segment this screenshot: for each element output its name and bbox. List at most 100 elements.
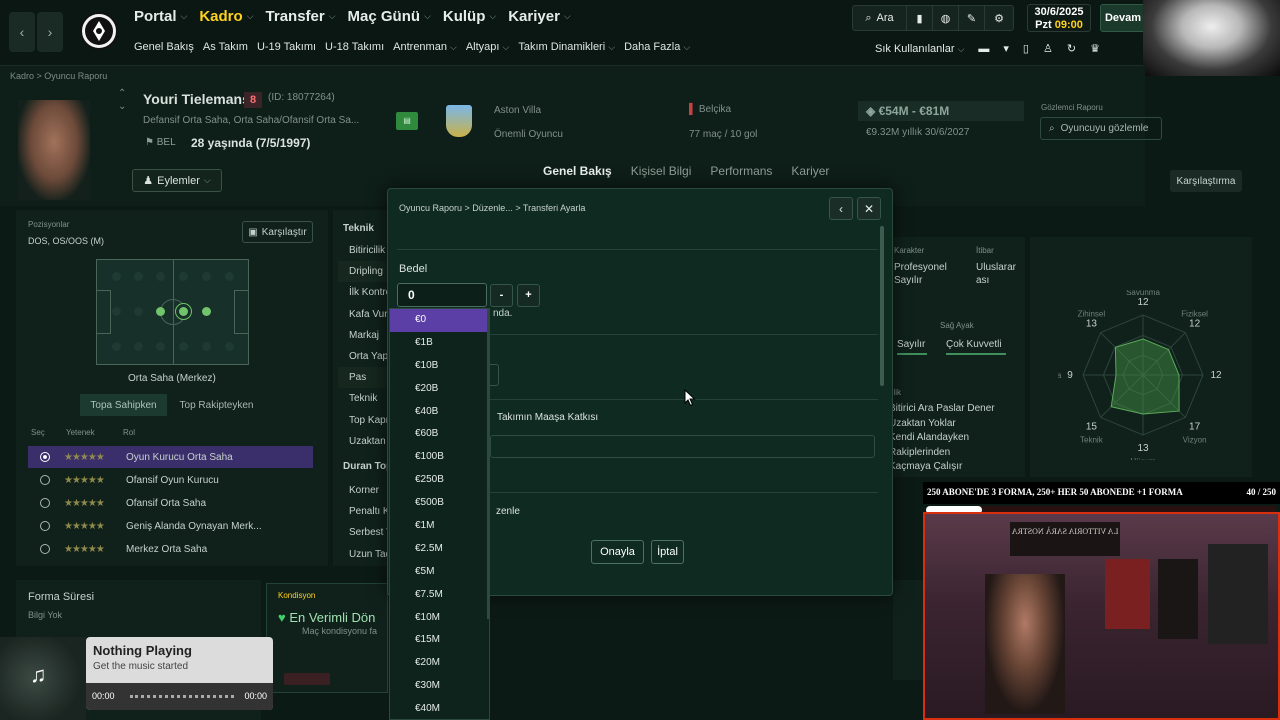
dropdown-option[interactable]: €2.5M <box>390 538 489 561</box>
toggle-out-of-possession[interactable]: Top Rakipteyken <box>167 394 266 416</box>
tab-performans[interactable]: Performans <box>710 164 772 178</box>
dropdown-option[interactable]: €1M <box>390 515 489 538</box>
dropdown-option[interactable]: €40M <box>390 698 489 719</box>
increase-button[interactable]: + <box>517 284 540 307</box>
dropdown-option[interactable]: €5M <box>390 561 489 584</box>
chevron-down-icon: ⌵ <box>203 175 211 185</box>
radio-button[interactable] <box>40 544 50 554</box>
dropdown-option[interactable]: €60B <box>390 423 489 446</box>
contract-value: Bilgi Yok <box>28 610 63 620</box>
message-icon[interactable]: ▬ <box>978 43 989 55</box>
submenu-as-takim[interactable]: As Takım <box>203 41 248 53</box>
compare-positions-button[interactable]: ▣ Karşılaştır <box>242 221 313 243</box>
wage-contribution-input[interactable] <box>490 435 875 458</box>
dropdown-option[interactable]: €20B <box>390 378 489 401</box>
role-row[interactable]: ★★★★★ Merkez Orta Saha <box>28 538 313 560</box>
header-ability: Yetenek <box>66 428 95 437</box>
document-icon[interactable]: ▯ <box>1023 42 1029 55</box>
submenu-altyapi[interactable]: Altyapı ⌵ <box>466 41 510 53</box>
modal-close-button[interactable]: ✕ <box>857 197 881 220</box>
menu-kadro[interactable]: Kadro ⌵ <box>199 8 253 25</box>
toolbar-icons: ⌕ Ara ▮ ◍ ✎ ⚙ <box>852 5 1014 31</box>
cancel-button[interactable]: İptal <box>651 540 684 564</box>
globe-icon[interactable]: ◍ <box>933 6 959 30</box>
modal-back-button[interactable]: ‹ <box>829 197 853 220</box>
attribute-radar-chart: 12Savunma12Fiziksel12Hız17Vizyon13Hücum1… <box>1058 290 1222 460</box>
submenu-takim-dinamikleri[interactable]: Takım Dinamikleri ⌵ <box>518 41 615 53</box>
portrait-overlay <box>1143 0 1280 76</box>
submenu-genel-bakis[interactable]: Genel Bakış <box>134 41 194 53</box>
dropdown-option[interactable]: €30M <box>390 675 489 698</box>
submenu-daha-fazla[interactable]: Daha Fazla ⌵ <box>624 41 690 53</box>
tab-genel-bakis[interactable]: Genel Bakış <box>543 164 612 178</box>
right-foot-value: Çok Kuvvetli <box>946 339 1002 350</box>
attribute-row: Dripling <box>338 261 390 283</box>
pen-icon[interactable]: ✎ <box>959 6 985 30</box>
dropdown-option[interactable]: €20M <box>390 652 489 675</box>
date-display[interactable]: 30/6/2025 Pzt 09:00 <box>1027 4 1091 32</box>
refresh-icon[interactable]: ↻ <box>1067 42 1076 55</box>
trophy-icon[interactable]: ♛ <box>1090 42 1100 55</box>
breadcrumb[interactable]: Kadro > Oyuncu Raporu <box>10 71 107 81</box>
dropdown-scrollbar[interactable] <box>487 309 489 619</box>
role-row[interactable]: ★★★★★ Geniş Alanda Oynayan Merk... <box>28 515 313 537</box>
dropdown-option[interactable]: €10M <box>390 607 489 630</box>
menu-kulup[interactable]: Kulüp ⌵ <box>443 8 496 25</box>
club-logo[interactable] <box>79 7 119 55</box>
modal-scrollbar[interactable] <box>880 226 884 386</box>
continue-button[interactable]: Devam <box>1100 4 1146 32</box>
radio-button[interactable] <box>40 475 50 485</box>
role-row[interactable]: ★★★★★ Ofansif Orta Saha <box>28 492 313 514</box>
quick-access-dropdown[interactable]: Sık Kullanılanlar ⌵ <box>875 43 964 55</box>
radar-value: 13 <box>1086 318 1098 329</box>
menu-kariyer[interactable]: Kariyer ⌵ <box>508 8 571 25</box>
club-name[interactable]: Aston Villa <box>494 105 541 116</box>
clipboard-icon[interactable]: ▮ <box>907 6 933 30</box>
partial-field[interactable] <box>490 364 499 386</box>
dropdown-option[interactable]: €10B <box>390 355 489 378</box>
gear-icon[interactable]: ⚙ <box>985 6 1013 30</box>
chevron-left-icon: ‹ <box>839 201 843 216</box>
fee-input[interactable]: 0 <box>397 283 487 307</box>
search-button[interactable]: ⌕ Ara <box>853 6 907 30</box>
radio-button[interactable] <box>40 521 50 531</box>
progress-track[interactable] <box>130 695 234 698</box>
radio-selected[interactable] <box>40 452 50 462</box>
stream-banner-text: 250 ABONE'DE 3 FORMA, 250+ HER 50 ABONED… <box>927 487 1183 497</box>
compare-button[interactable]: Karşılaştırma <box>1170 170 1242 192</box>
club-crest-icon <box>80 12 118 50</box>
shirt-icon[interactable]: ▾ <box>1003 42 1009 55</box>
dropdown-option[interactable]: €500B <box>390 492 489 515</box>
dropdown-option[interactable]: €7.5M <box>390 584 489 607</box>
dropdown-option[interactable]: €40B <box>390 401 489 424</box>
submenu-u18[interactable]: U-18 Takımı <box>325 41 384 53</box>
dropdown-option[interactable]: €100B <box>390 446 489 469</box>
menu-mac-gunu[interactable]: Maç Günü ⌵ <box>348 8 431 25</box>
toggle-in-possession[interactable]: Topa Sahipken <box>80 394 167 416</box>
forward-button[interactable]: › <box>37 12 63 52</box>
submenu-u19[interactable]: U-19 Takımı <box>257 41 316 53</box>
position-os <box>179 307 188 316</box>
submenu-antrenman[interactable]: Antrenman ⌵ <box>393 41 457 53</box>
scout-player-button[interactable]: ⌕ Oyuncuyu gözlemle <box>1040 117 1162 140</box>
menu-portal[interactable]: Portal ⌵ <box>134 8 187 25</box>
people-icon[interactable]: ♙ <box>1043 42 1053 55</box>
role-row[interactable]: ★★★★★ Oyun Kurucu Orta Saha <box>28 446 313 468</box>
actions-button[interactable]: ♟ Eylemler ⌵ <box>132 169 222 192</box>
menu-transfer[interactable]: Transfer ⌵ <box>266 8 336 25</box>
star-rating: ★★★★★ <box>64 497 105 509</box>
dropdown-option[interactable]: €1B <box>390 332 489 355</box>
player-switch-arrows[interactable]: ⌃ ⌄ <box>118 87 126 113</box>
decrease-button[interactable]: - <box>490 284 513 307</box>
tab-kisisel-bilgi[interactable]: Kişisel Bilgi <box>631 164 692 178</box>
dropdown-option[interactable]: €0 <box>390 309 489 332</box>
modal-breadcrumb[interactable]: Oyuncu Raporu > Düzenle... > Transferi A… <box>399 203 585 213</box>
tab-kariyer[interactable]: Kariyer <box>791 164 829 178</box>
dropdown-option[interactable]: €250B <box>390 469 489 492</box>
back-button[interactable]: ‹ <box>9 12 35 52</box>
role-row[interactable]: ★★★★★ Ofansif Oyun Kurucu <box>28 469 313 491</box>
dropdown-option[interactable]: €15M <box>390 629 489 652</box>
radio-button[interactable] <box>40 498 50 508</box>
personality-label: Karakter <box>894 246 925 255</box>
confirm-button[interactable]: Onayla <box>591 540 644 564</box>
